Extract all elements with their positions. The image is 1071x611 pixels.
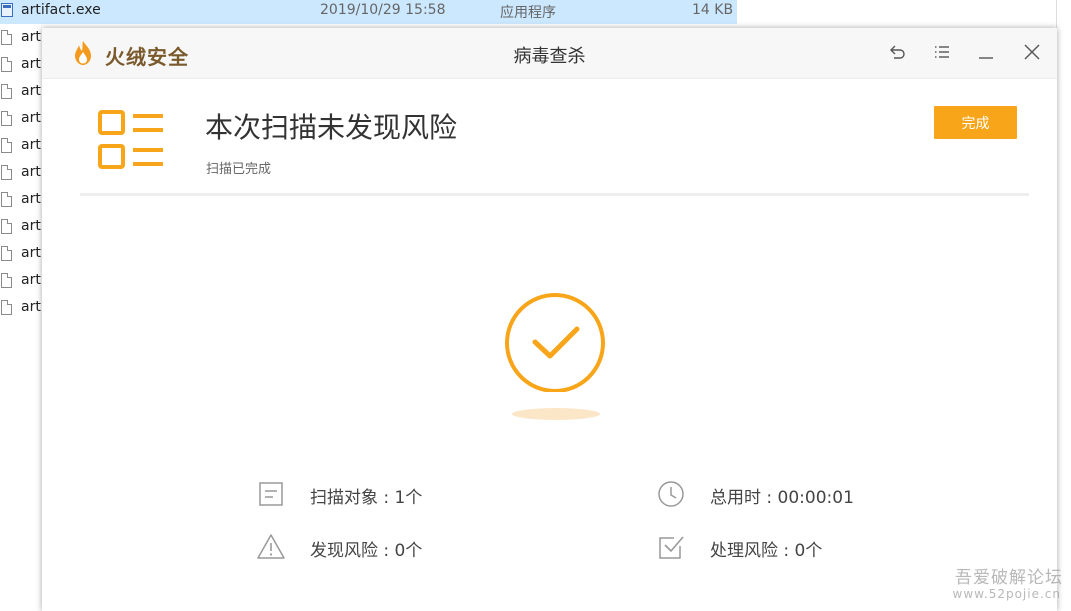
file-icon [1, 84, 12, 99]
close-icon[interactable] [1021, 41, 1043, 63]
result-title: 本次扫描未发现风险 [205, 111, 458, 144]
checkbox-icon [659, 536, 684, 559]
file-name: art [21, 272, 41, 288]
file-icon [1, 300, 12, 315]
minimize-icon[interactable] [975, 41, 997, 63]
file-size: 14 KB [692, 2, 734, 18]
check-shadow [512, 408, 600, 420]
file-name: art [21, 245, 41, 261]
file-name: art [21, 83, 41, 99]
clock-icon [658, 481, 684, 507]
watermark-title: 吾爱破解论坛 [955, 568, 1063, 588]
file-name: artifact.exe [21, 2, 101, 18]
file-icon [1, 219, 12, 234]
file-name: art [21, 110, 41, 126]
divider [80, 193, 1029, 196]
scan-objects-stat: 扫描对象 : 1个 [310, 488, 423, 508]
warning-icon [257, 534, 285, 559]
file-name: art [21, 191, 41, 207]
watermark-url: www.52pojie.cn [952, 587, 1061, 601]
file-name: art [21, 29, 41, 45]
done-button[interactable]: 完成 [934, 106, 1017, 139]
result-subtitle: 扫描已完成 [206, 162, 272, 177]
file-icon [1, 192, 12, 207]
file-icon [1, 111, 12, 126]
file-icon [1, 138, 12, 153]
file-icon [1, 273, 12, 288]
exe-file-icon [1, 3, 13, 17]
file-name: art [21, 137, 41, 153]
file-name: art [21, 56, 41, 72]
file-name: art [21, 164, 41, 180]
checkmark-circle-icon [505, 293, 605, 392]
title-bar: 火绒安全 病毒查杀 [42, 28, 1057, 79]
list-icon [98, 110, 163, 169]
back-icon[interactable] [886, 41, 908, 63]
document-icon [259, 482, 283, 506]
file-date: 2019/10/29 15:58 [320, 2, 446, 18]
virus-scan-window: 火绒安全 病毒查杀 本次扫描未发现风险 扫描已完成 完成 扫描对象: 1个 总… [42, 28, 1057, 611]
risks-handled-stat: 处理风险 : 0个 [710, 541, 823, 561]
file-name: art [21, 299, 41, 315]
total-time-stat: 总用时 : 00:00:01 [710, 488, 854, 508]
file-name: art [21, 218, 41, 234]
file-icon [1, 30, 12, 45]
risks-found-stat: 发现风险 : 0个 [310, 541, 423, 561]
file-icon [1, 57, 12, 72]
file-icon [1, 246, 12, 261]
settings-file-icon [1, 165, 12, 180]
file-row-selected[interactable]: artifact.exe 2019/10/29 15:58 应用程序 14 KB [0, 0, 737, 24]
menu-icon[interactable] [931, 41, 953, 63]
file-type: 应用程序 [500, 5, 556, 21]
